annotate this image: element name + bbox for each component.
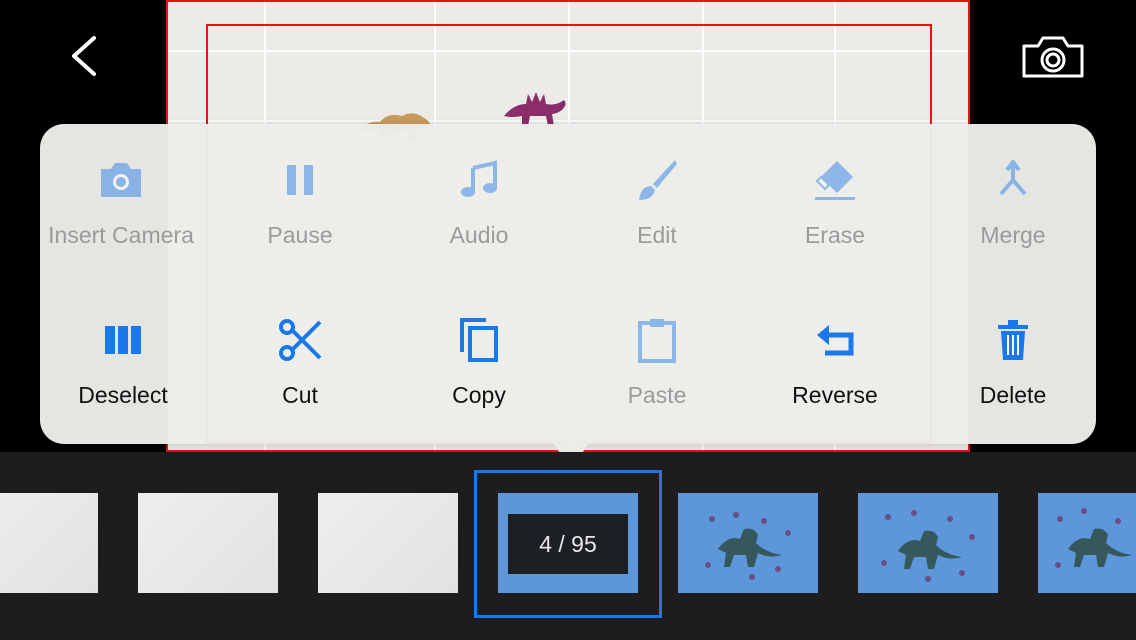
frame-thumbnail[interactable] [858,493,998,593]
frame-thumbnail[interactable] [318,493,458,593]
clipboard-icon [633,316,681,364]
menu-label: Deselect [78,382,168,408]
menu-label: Edit [637,222,677,248]
delete-button[interactable]: Delete [924,302,1102,422]
dinosaur-frame-image [705,512,791,580]
menu-label: Merge [980,222,1046,248]
dinosaur-frame-image [1055,508,1132,568]
menu-label: Paste [627,382,687,408]
menu-label: Copy [452,382,506,408]
insert-camera-button[interactable]: Insert Camera [32,142,210,262]
frame-filmstrip[interactable]: 4 / 95 [0,452,1136,640]
paste-button[interactable]: Paste [568,302,746,422]
menu-label: Pause [267,222,333,248]
pause-button[interactable]: Pause [211,142,389,262]
back-chevron-icon[interactable] [60,30,108,82]
menu-label: Insert Camera [48,222,194,248]
copy-icon [455,316,503,364]
menu-label: Delete [979,382,1047,408]
menu-label: Reverse [792,382,878,408]
frame-counter: 4 / 95 [508,514,628,574]
edit-button[interactable]: Edit [568,142,746,262]
camera-icon [97,156,145,204]
trash-icon [989,316,1037,364]
deselect-icon [99,316,147,364]
menu-label: Audio [449,222,509,248]
merge-icon [989,156,1037,204]
edit-frames-menu: Insert Camera Pause Audio Edit Erase Mer… [40,124,1096,444]
pause-icon [276,156,324,204]
frame-thumbnail[interactable] [678,493,818,593]
scissors-icon [276,316,324,364]
deselect-button[interactable]: Deselect [34,302,212,422]
menu-label: Cut [282,382,318,408]
reverse-icon [811,316,859,364]
menu-label: Erase [804,222,866,248]
frame-thumbnail[interactable] [138,493,278,593]
brush-icon [633,156,681,204]
music-note-icon [455,156,503,204]
cut-button[interactable]: Cut [211,302,389,422]
audio-button[interactable]: Audio [390,142,568,262]
reverse-button[interactable]: Reverse [746,302,924,422]
erase-button[interactable]: Erase [746,142,924,262]
frame-thumbnail[interactable] [1038,493,1136,593]
frame-thumbnail[interactable] [0,493,98,593]
eraser-icon [811,156,859,204]
merge-button[interactable]: Merge [924,142,1102,262]
camera-icon[interactable] [1020,34,1086,80]
dinosaur-frame-image [881,510,975,582]
copy-button[interactable]: Copy [390,302,568,422]
